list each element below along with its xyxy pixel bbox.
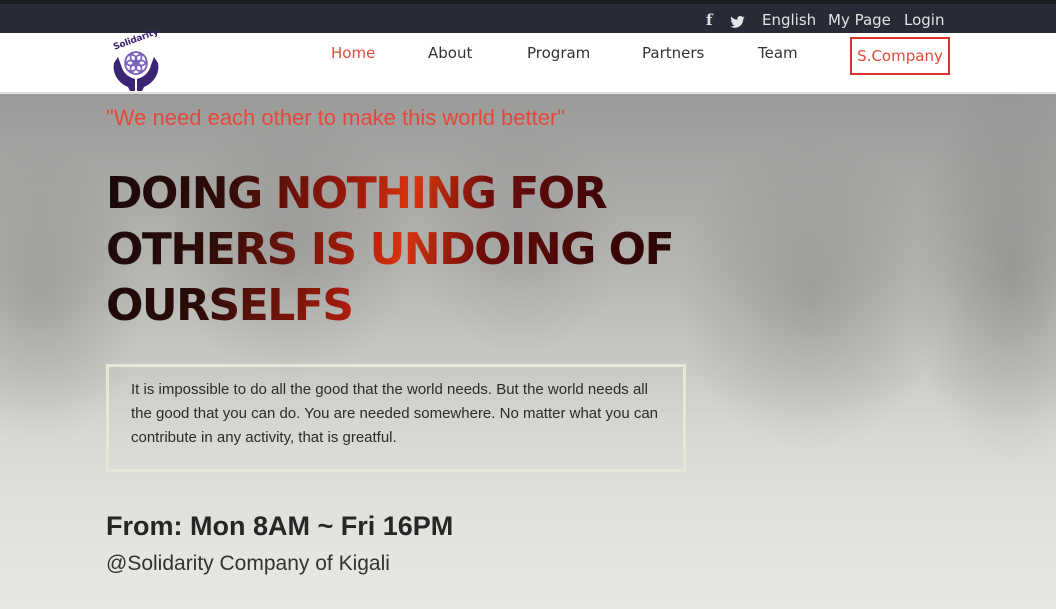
- nav-s-company-button[interactable]: S.Company: [850, 37, 950, 75]
- login-link[interactable]: Login: [904, 11, 944, 29]
- message-text: It is impossible to do all the good that…: [131, 381, 659, 446]
- nav-partners[interactable]: Partners: [642, 44, 704, 62]
- site-logo[interactable]: Solidarity: [108, 27, 164, 93]
- hero-section: "We need each other to make this world b…: [0, 94, 1056, 609]
- opening-hours: From: Mon 8AM ~ Fri 16PM: [106, 511, 454, 541]
- hero-quote: "We need each other to make this world b…: [106, 105, 566, 130]
- nav-home[interactable]: Home: [331, 44, 375, 62]
- nav-about[interactable]: About: [428, 44, 472, 62]
- main-navigation: Solidarity Home About Program Partners T…: [0, 27, 1056, 93]
- twitter-icon[interactable]: [730, 15, 745, 31]
- nav-program[interactable]: Program: [527, 44, 590, 62]
- company-location: @Solidarity Company of Kigali: [106, 552, 390, 575]
- language-link[interactable]: English: [762, 11, 816, 29]
- my-page-link[interactable]: My Page: [828, 11, 891, 29]
- nav-team[interactable]: Team: [758, 44, 798, 62]
- hero-headline: DOING NOTHING FOR OTHERS IS UNDOING OF O…: [106, 166, 726, 334]
- message-box: It is impossible to do all the good that…: [106, 364, 686, 472]
- facebook-icon[interactable]: f: [706, 12, 712, 28]
